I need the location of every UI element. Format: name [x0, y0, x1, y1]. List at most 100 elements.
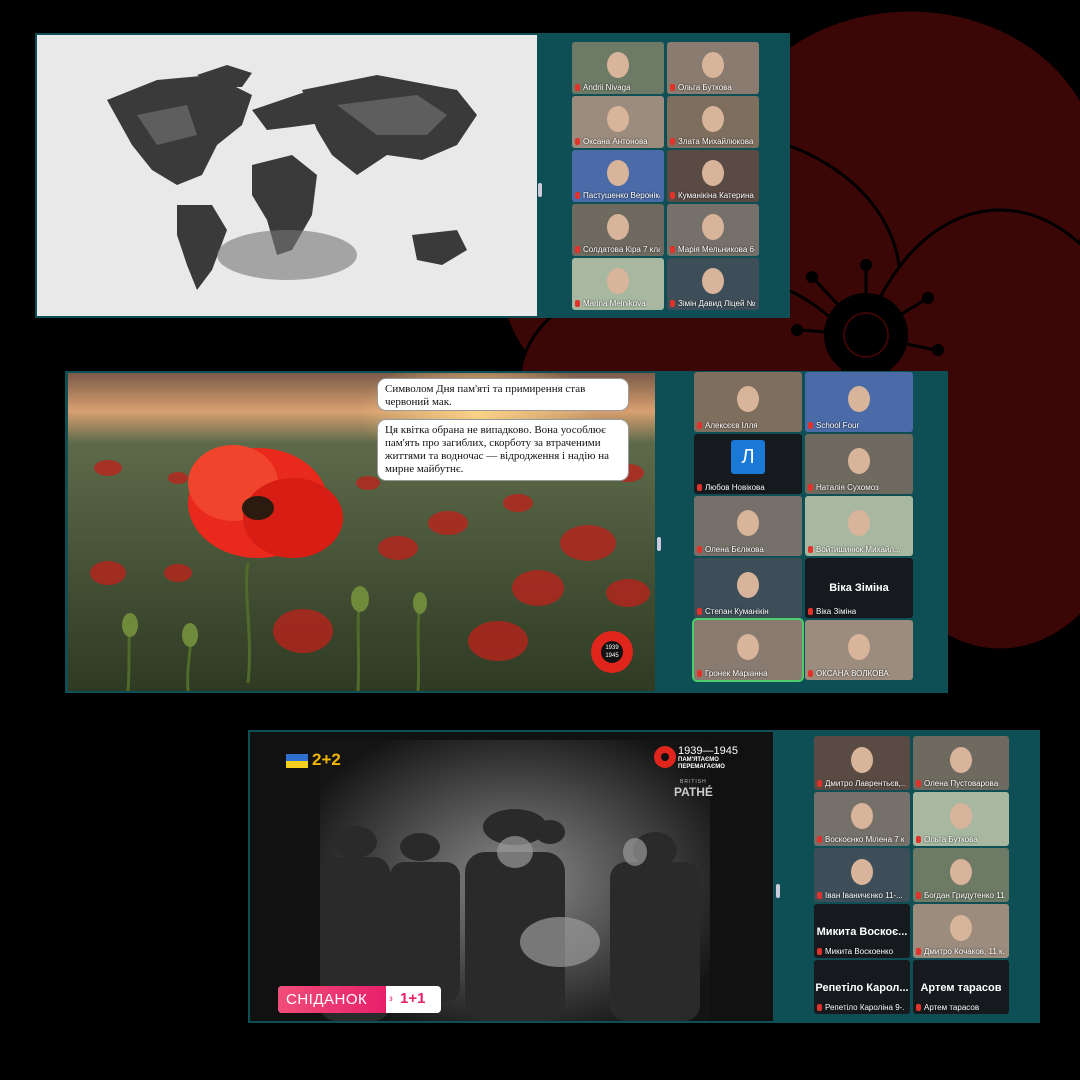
muted-mic-icon: [697, 422, 702, 429]
participant-tile[interactable]: Марія Мельникова 6-А: [667, 204, 759, 256]
participant-video: [851, 747, 873, 773]
participant-display-name: Віка Зіміна: [829, 582, 889, 594]
participant-tile[interactable]: Микита Воскоє... Микита Воскоенко: [814, 904, 910, 958]
participant-tile[interactable]: Віка Зіміна Віка Зіміна: [805, 558, 913, 618]
participant-name-label: School Four: [808, 421, 859, 430]
muted-mic-icon: [575, 192, 580, 199]
participant-name: Марія Мельникова 6-А: [678, 245, 755, 254]
participant-tile[interactable]: Пастушенко Вероніка: [572, 150, 664, 202]
participant-video: [737, 386, 759, 412]
participant-name: Дмитро Лаврентьєв,...: [825, 779, 906, 788]
participant-tile[interactable]: Богдан Гридутенко 11...: [913, 848, 1009, 902]
panel-resize-handle[interactable]: [657, 537, 661, 551]
show-title: СНІДАНОК: [286, 991, 368, 1008]
participant-name: Солдатова Кіра 7 кла...: [583, 245, 660, 254]
participant-name: Алексєєв Ілля: [705, 421, 758, 430]
participant-name-label: Степан Куманікін: [697, 607, 769, 616]
participant-tile[interactable]: Воскоєнко Мілена 7 к...: [814, 792, 910, 846]
participant-tile[interactable]: Дмитро Кочаков, 11 к...: [913, 904, 1009, 958]
participant-display-name: Артем тарасов: [920, 981, 1002, 994]
participant-name: Микита Воскоенко: [825, 947, 894, 956]
participant-tile[interactable]: Гронек Маріанна: [692, 618, 804, 682]
participant-name: Артем тарасов: [924, 1003, 980, 1012]
participant-gallery-3: Дмитро Лаврентьєв,... Олена Пустоварова Во…: [808, 730, 1040, 1023]
participant-video: [607, 214, 629, 240]
muted-mic-icon: [670, 138, 675, 145]
muted-mic-icon: [575, 300, 580, 307]
participant-tile[interactable]: Репетіло Карол... Репетіло Кароліна 9-...: [814, 960, 910, 1014]
participant-name: Гронек Маріанна: [705, 669, 768, 678]
participant-tile[interactable]: ОКСАНА ВОЛКОВА: [805, 620, 913, 680]
participant-name-label: Богдан Гридутенко 11...: [916, 891, 1004, 900]
participant-name-label: Репетіло Кароліна 9-...: [817, 1003, 905, 1012]
participant-name-label: Дмитро Кочаков, 11 к...: [916, 947, 1004, 956]
participant-name: Дмитро Кочаков, 11 к...: [924, 947, 1005, 956]
badge-year-start: 1939: [605, 645, 619, 651]
participant-tile[interactable]: Злата Михайлюкова: [667, 96, 759, 148]
world-map-image: [107, 65, 477, 290]
participant-tile[interactable]: Степан Куманікін: [694, 558, 802, 618]
ukraine-flag-icon: [286, 754, 308, 768]
muted-mic-icon: [916, 836, 921, 843]
participant-tile[interactable]: Оксана Антонова: [572, 96, 664, 148]
participant-name: Наталія Сухомоз: [816, 483, 879, 492]
participant-name: School Four: [816, 421, 860, 430]
muted-mic-icon: [575, 138, 580, 145]
participant-name-label: Злата Михайлюкова: [670, 137, 753, 146]
participant-tile[interactable]: Іван Іваничєнко 11-...: [814, 848, 910, 902]
participant-tile[interactable]: Дмитро Лаврентьєв,...: [814, 736, 910, 790]
muted-mic-icon: [670, 84, 675, 91]
participant-tile[interactable]: Ольга Буткова: [913, 792, 1009, 846]
muted-mic-icon: [817, 780, 822, 787]
participant-tile[interactable]: Куманікіна Катерина: [667, 150, 759, 202]
panel-resize-handle[interactable]: [776, 884, 780, 898]
participant-video: [702, 268, 724, 294]
participant-initial-avatar: Л: [731, 440, 765, 474]
participant-name-label: Andrii Nivaga: [575, 83, 631, 92]
participant-name: Куманікіна Катерина: [678, 191, 754, 200]
muted-mic-icon: [670, 300, 675, 307]
participant-name: Оксана Антонова: [583, 137, 648, 146]
participant-tile[interactable]: Олена Пустоварова: [913, 736, 1009, 790]
participant-name-label: Гронек Маріанна: [697, 669, 768, 678]
participant-name: Олена Пустоварова: [924, 779, 999, 788]
participant-name-label: Наталія Сухомоз: [808, 483, 879, 492]
muted-mic-icon: [808, 484, 813, 491]
remembrance-line-1: ПАМ'ЯТАЄМО: [678, 757, 719, 763]
participant-name-label: Алексєєв Ілля: [697, 421, 758, 430]
participant-name: Ольга Буткова: [924, 835, 978, 844]
participant-tile[interactable]: Артем тарасов Артем тарасов: [913, 960, 1009, 1014]
participant-name: Злата Михайлюкова: [678, 137, 754, 146]
zoom-screenshot-1: Andrii Nivaga Ольга Буткова Оксана Антонов…: [35, 33, 790, 318]
muted-mic-icon: [697, 546, 702, 553]
participant-tile[interactable]: Andrii Nivaga: [572, 42, 664, 94]
slide-caption-2: Ця квітка обрана не випадково. Вона уосо…: [377, 419, 629, 481]
participant-tile[interactable]: Олена Бєлікова: [694, 496, 802, 556]
participant-tile[interactable]: Наталія Сухомоз: [805, 434, 913, 494]
participant-tile[interactable]: Солдатова Кіра 7 кла...: [572, 204, 664, 256]
participant-tile[interactable]: Ольга Буткова: [667, 42, 759, 94]
participant-name-label: Марія Мельникова 6-А: [670, 245, 755, 254]
participant-tile[interactable]: Алексєєв Ілля: [694, 372, 802, 432]
participant-video: [607, 106, 629, 132]
participant-video: [848, 448, 870, 474]
participant-tile[interactable]: Л Любов Новікова: [694, 434, 802, 494]
show-with: з: [389, 994, 393, 1003]
badge-year-end: 1945: [605, 653, 619, 659]
shared-screen-poppy-slide: Символом Дня пам'яті та примирення став …: [68, 373, 655, 691]
muted-mic-icon: [817, 948, 822, 955]
muted-mic-icon: [697, 670, 702, 677]
participant-video: [737, 572, 759, 598]
participant-video: [607, 160, 629, 186]
panel-resize-handle[interactable]: [538, 183, 542, 197]
shared-screen-world-map: [37, 35, 537, 316]
participant-tile[interactable]: Войтишинюк Михайл...: [805, 496, 913, 556]
participant-tile[interactable]: School Four: [805, 372, 913, 432]
participant-tile[interactable]: Зімін Давид Ліцей №...: [667, 258, 759, 310]
participant-name: Олена Бєлікова: [705, 545, 764, 554]
participant-tile[interactable]: Marina Melnikova: [572, 258, 664, 310]
participant-name-label: Оксана Антонова: [575, 137, 648, 146]
participant-video: [737, 510, 759, 536]
participant-name: Іван Іваничєнко 11-...: [825, 891, 903, 900]
muted-mic-icon: [575, 246, 580, 253]
